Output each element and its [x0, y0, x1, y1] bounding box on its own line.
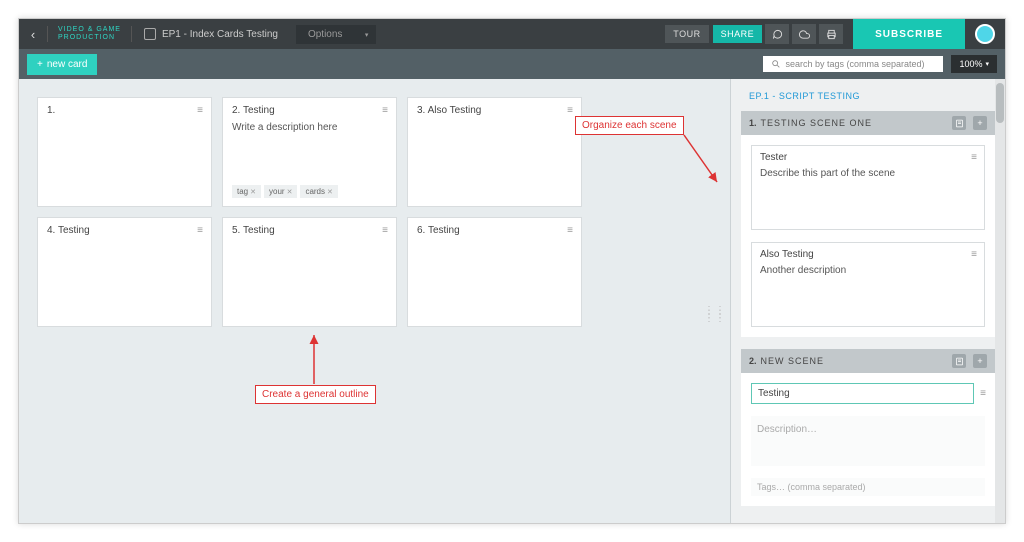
episode-title[interactable]: EP.1 - SCRIPT TESTING	[749, 91, 995, 101]
index-card[interactable]: 1. ≡	[37, 97, 212, 207]
new-card-tags-input[interactable]: Tags… (comma separated)	[751, 478, 985, 496]
card-number: 4.	[47, 225, 55, 236]
tag-row: tag✕ your✕ cards✕	[232, 185, 338, 198]
card-number: 1.	[47, 105, 55, 116]
search-placeholder: search by tags (comma separated)	[785, 59, 924, 69]
scene-header[interactable]: 1. TESTING SCENE ONE +	[741, 111, 995, 135]
subscribe-button[interactable]: SUBSCRIBE	[853, 19, 965, 49]
scene-card-title: Tester	[760, 152, 787, 163]
tag-pill[interactable]: tag✕	[232, 185, 261, 198]
card-number: 3.	[417, 105, 425, 116]
scene-title: NEW SCENE	[761, 356, 945, 366]
comment-icon[interactable]	[765, 24, 789, 44]
new-card-desc-input[interactable]: Description…	[751, 416, 985, 466]
card-title: Testing	[58, 225, 90, 236]
scene-card-desc: Another description	[760, 265, 976, 320]
new-card-button[interactable]: + new card	[27, 54, 97, 75]
new-card-label: new card	[47, 59, 88, 70]
scene-card[interactable]: Also Testing ≡ Another description	[751, 242, 985, 327]
index-card[interactable]: 5. Testing ≡	[222, 217, 397, 327]
index-card[interactable]: 3. Also Testing ≡	[407, 97, 582, 207]
drag-handle-icon[interactable]: ≡	[980, 388, 985, 399]
annotation-arrow	[299, 332, 329, 387]
chevron-down-icon: ▾	[985, 60, 989, 68]
card-board: 1. ≡ 2. Testing ≡ Write a description her…	[19, 79, 730, 523]
tag-pill[interactable]: your✕	[264, 185, 297, 198]
tour-button[interactable]: TOUR	[665, 25, 708, 43]
back-button[interactable]: ‹	[19, 27, 47, 42]
scene-block: 2. NEW SCENE + Testing ≡ Description… Ta…	[741, 349, 995, 506]
zoom-dropdown[interactable]: 100% ▾	[951, 55, 997, 73]
user-avatar[interactable]	[975, 24, 995, 44]
tag-remove-icon[interactable]: ✕	[250, 188, 256, 196]
scrollbar-vertical[interactable]	[995, 79, 1005, 523]
card-title: Testing	[243, 105, 275, 116]
scene-number: 2.	[749, 356, 757, 366]
app-logo: VIDEO & GAME PRODUCTION	[47, 26, 132, 41]
add-icon[interactable]: +	[973, 354, 987, 368]
share-button[interactable]: SHARE	[713, 25, 763, 43]
search-input[interactable]: search by tags (comma separated)	[763, 56, 943, 72]
note-icon[interactable]	[952, 116, 966, 130]
logo-line2: PRODUCTION	[58, 34, 121, 42]
card-number: 6.	[417, 225, 425, 236]
note-icon[interactable]	[952, 354, 966, 368]
tag-remove-icon[interactable]: ✕	[327, 188, 333, 196]
scrollbar-thumb[interactable]	[996, 83, 1004, 123]
card-description: Write a description here	[232, 122, 387, 133]
scene-card[interactable]: Tester ≡ Describe this part of the scene	[751, 145, 985, 230]
chevron-down-icon: ▾	[365, 31, 369, 39]
scene-block: 1. TESTING SCENE ONE + Tester ≡ Describe …	[741, 111, 995, 337]
drag-handle-icon[interactable]: ≡	[567, 105, 572, 116]
options-label: Options	[308, 29, 342, 40]
drag-handle-icon[interactable]: ≡	[382, 225, 387, 236]
tag-pill[interactable]: cards✕	[300, 185, 337, 198]
logo-line1: VIDEO & GAME	[58, 26, 121, 34]
cloud-icon[interactable]	[792, 24, 816, 44]
card-title: Testing	[243, 225, 275, 236]
document-title: EP1 - Index Cards Testing	[162, 29, 278, 40]
panel-resize-handle[interactable]: ⋮⋮⋮⋮⋮⋮	[704, 309, 726, 321]
index-card[interactable]: 6. Testing ≡	[407, 217, 582, 327]
drag-handle-icon[interactable]: ≡	[971, 249, 976, 260]
drag-handle-icon[interactable]: ≡	[382, 105, 387, 116]
plus-icon: +	[37, 59, 43, 70]
annotation-outline: Create a general outline	[255, 385, 376, 404]
add-icon[interactable]: +	[973, 116, 987, 130]
options-dropdown[interactable]: Options ▾	[296, 25, 376, 44]
drag-handle-icon[interactable]: ≡	[197, 105, 202, 116]
new-card-title-input[interactable]: Testing	[751, 383, 974, 404]
card-number: 5.	[232, 225, 240, 236]
annotation-arrow	[579, 129, 719, 184]
index-card[interactable]: 4. Testing ≡	[37, 217, 212, 327]
drag-handle-icon[interactable]: ≡	[567, 225, 572, 236]
card-number: 2.	[232, 105, 240, 116]
document-icon	[144, 28, 156, 40]
zoom-label: 100%	[959, 59, 982, 69]
drag-handle-icon[interactable]: ≡	[971, 152, 976, 163]
scene-header[interactable]: 2. NEW SCENE +	[741, 349, 995, 373]
drag-handle-icon[interactable]: ≡	[197, 225, 202, 236]
document-title-area[interactable]: EP1 - Index Cards Testing	[132, 28, 290, 40]
scene-title: TESTING SCENE ONE	[761, 118, 945, 128]
index-card[interactable]: 2. Testing ≡ Write a description here tag…	[222, 97, 397, 207]
scene-card-desc: Describe this part of the scene	[760, 168, 976, 223]
scene-panel: EP.1 - SCRIPT TESTING 1. TESTING SCENE O…	[730, 79, 1005, 523]
scene-card-title: Also Testing	[760, 249, 814, 260]
search-icon	[771, 59, 781, 69]
tag-remove-icon[interactable]: ✕	[287, 188, 293, 196]
card-title: Also Testing	[428, 105, 482, 116]
print-icon[interactable]	[819, 24, 843, 44]
card-title: Testing	[428, 225, 460, 236]
scene-number: 1.	[749, 118, 757, 128]
